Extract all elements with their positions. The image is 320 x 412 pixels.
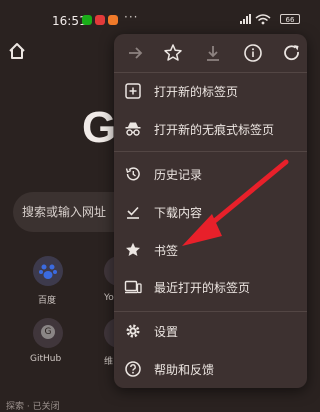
menu-item-label: 下载内容 [154,206,203,220]
settings-gear-icon [124,322,142,340]
menu-toolbar [114,34,307,72]
shortcut-label-baidu: 百度 [38,296,57,306]
star-icon[interactable] [160,40,186,66]
new-tab-icon [124,82,142,100]
menu-item-label: 历史记录 [154,168,203,182]
home-icon[interactable] [6,40,28,62]
menu-item-settings[interactable]: 设置 [114,316,307,346]
overflow-menu: 打开新的标签页 打开新的无痕式标签页 历史记录 下载内容 书签 最近打开的标签页 [114,34,307,388]
shortcut-label-github: GitHub [30,354,62,364]
info-icon[interactable] [240,40,266,66]
download-icon[interactable] [200,40,226,66]
forward-icon[interactable] [122,40,148,66]
shortcut-github[interactable]: G [33,318,63,348]
help-icon [124,360,142,378]
menu-item-label: 帮助和反馈 [154,363,215,377]
menu-item-new-tab[interactable]: 打开新的标签页 [114,76,307,106]
app-notification-icon [95,15,105,25]
github-letter-icon: G [41,325,55,339]
recent-tabs-icon [124,278,142,296]
menu-item-label: 设置 [154,325,179,339]
menu-item-label: 打开新的标签页 [154,85,239,99]
google-logo: G [82,103,117,152]
downloads-icon [124,203,142,221]
wechat-icon [82,15,92,25]
status-bar: 16:51 ··· 66 [0,0,313,38]
menu-item-downloads[interactable]: 下载内容 [114,197,307,227]
search-placeholder: 搜索或输入网址 [22,205,107,219]
history-icon [124,165,142,183]
shortcut-label-wiki: 维 [104,357,114,367]
footer-text: 探索 · 已关闭 [6,402,60,412]
app-notification-icon-2 [108,15,118,25]
bookmark-star-icon [124,241,142,259]
menu-divider [114,151,307,152]
menu-divider [114,311,307,312]
menu-item-recent-tabs[interactable]: 最近打开的标签页 [114,272,307,302]
shortcut-label-youtube: Yo [104,293,114,303]
baidu-paw-icon [39,264,57,279]
more-notifications-icon: ··· [124,10,139,24]
menu-item-label: 打开新的无痕式标签页 [154,123,275,137]
refresh-icon[interactable] [279,40,305,66]
shortcut-baidu[interactable] [33,256,63,286]
menu-item-label: 最近打开的标签页 [154,281,251,295]
menu-item-help[interactable]: 帮助和反馈 [114,354,307,384]
menu-item-label: 书签 [154,244,179,258]
menu-item-history[interactable]: 历史记录 [114,159,307,189]
menu-item-bookmarks[interactable]: 书签 [114,235,307,265]
menu-divider [114,72,307,73]
battery-icon: 66 [280,14,300,24]
menu-item-incognito[interactable]: 打开新的无痕式标签页 [114,114,307,144]
signal-wifi-icons [240,13,276,25]
incognito-icon [124,120,142,138]
